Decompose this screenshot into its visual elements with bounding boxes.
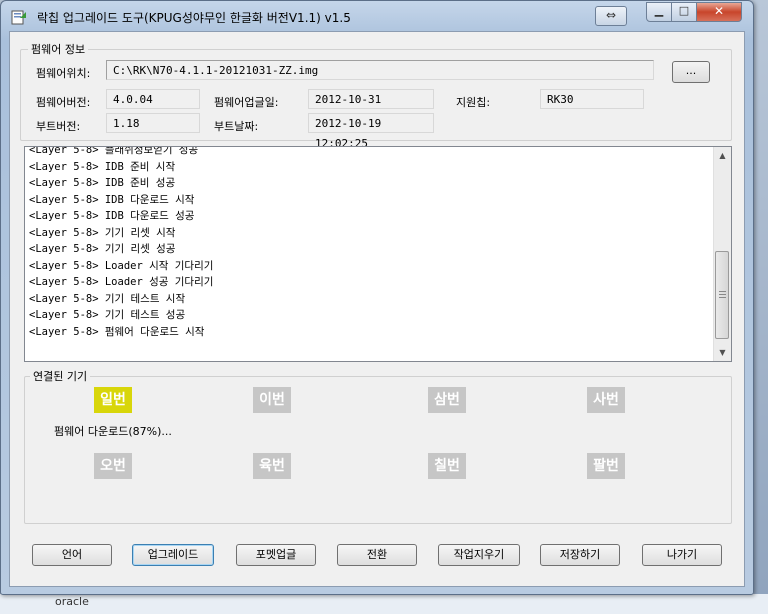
upgrade-time-label: 펌웨어업글일: bbox=[214, 96, 279, 109]
format-upgrade-button[interactable]: 포멧업글 bbox=[236, 544, 316, 566]
caption-buttons: ▁ □ ✕ bbox=[646, 2, 746, 22]
window-client-area: 펌웨어 정보 펌웨어위치: C:\RK\N70-4.1.1-20121031-Z… bbox=[9, 31, 745, 587]
log-list[interactable]: <Layer 5-8> 플래쉬정보얻기 성공 <Layer 5-8> IDB 준… bbox=[24, 146, 732, 362]
log-line: <Layer 5-8> IDB 다운로드 성공 bbox=[29, 210, 195, 222]
device-slot-6: 육번 bbox=[253, 453, 291, 479]
maximize-button[interactable]: □ bbox=[671, 2, 697, 22]
scroll-down-arrow-icon[interactable]: ▼ bbox=[714, 344, 731, 361]
scroll-grip-icon bbox=[719, 294, 726, 295]
boot-version-label: 부트버전: bbox=[36, 120, 81, 133]
upgrade-tool-window: 락칩 업그레이드 도구(KPUG성야무인 한글화 버전V1.1) v1.5 ⇔ … bbox=[0, 0, 754, 595]
upgrade-time-field: 2012-10-31 17:11:22 bbox=[308, 89, 434, 126]
log-line: <Layer 5-8> IDB 준비 성공 bbox=[29, 177, 176, 189]
scroll-up-arrow-icon[interactable]: ▲ bbox=[714, 147, 731, 164]
minimize-button[interactable]: ▁ bbox=[646, 2, 672, 22]
upgrade-button[interactable]: 업그레이드 bbox=[132, 544, 214, 566]
restore-toggle-button[interactable]: ⇔ bbox=[595, 6, 627, 26]
language-button[interactable]: 언어 bbox=[32, 544, 112, 566]
support-chip-field: RK30 bbox=[540, 89, 644, 109]
device-slot-8: 팔번 bbox=[587, 453, 625, 479]
device-slot-7: 칠번 bbox=[428, 453, 466, 479]
switch-button[interactable]: 전환 bbox=[337, 544, 417, 566]
boot-date-field: 2012-10-19 12:02:25 bbox=[308, 113, 434, 150]
firmware-group-title: 펌웨어 정보 bbox=[28, 41, 89, 57]
log-line: <Layer 5-8> 플래쉬정보얻기 성공 bbox=[29, 146, 199, 156]
support-chip-label: 지원칩: bbox=[456, 96, 491, 109]
log-lines: <Layer 5-8> 플래쉬정보얻기 성공 <Layer 5-8> IDB 준… bbox=[29, 147, 709, 340]
device-slot-3: 삼번 bbox=[428, 387, 466, 413]
app-icon bbox=[11, 10, 26, 25]
firmware-version-label: 펌웨어버전: bbox=[36, 96, 91, 109]
scroll-thumb[interactable] bbox=[715, 251, 729, 339]
window-title: 락칩 업그레이드 도구(KPUG성야무인 한글화 버전V1.1) v1.5 bbox=[37, 11, 351, 25]
exit-button[interactable]: 나가기 bbox=[642, 544, 722, 566]
log-line: <Layer 5-8> 기기 리셋 시작 bbox=[29, 226, 176, 239]
log-scrollbar[interactable]: ▲ ▼ bbox=[713, 147, 731, 361]
device-slot-1: 일번 bbox=[94, 387, 132, 413]
log-line: <Layer 5-8> 기기 리셋 성공 bbox=[29, 243, 176, 255]
log-line: <Layer 5-8> 펌웨어 다운로드 시작 bbox=[29, 325, 205, 338]
save-button[interactable]: 저장하기 bbox=[540, 544, 620, 566]
boot-date-label: 부트날짜: bbox=[214, 120, 259, 133]
firmware-path-label: 펌웨어위치: bbox=[36, 67, 91, 80]
desktop-item-label: oracle bbox=[55, 595, 89, 608]
log-line: <Layer 5-8> Loader 시작 기다리기 bbox=[29, 259, 214, 272]
devices-group-title: 연결된 기기 bbox=[30, 368, 91, 384]
close-button[interactable]: ✕ bbox=[696, 2, 742, 22]
browse-button[interactable]: ... bbox=[672, 61, 710, 83]
scroll-grip-icon bbox=[719, 297, 726, 298]
device-slot-5: 오번 bbox=[94, 453, 132, 479]
clear-log-button[interactable]: 작업지우기 bbox=[438, 544, 520, 566]
device-slot-4: 사번 bbox=[587, 387, 625, 413]
boot-version-field: 1.18 bbox=[106, 113, 200, 133]
log-line: <Layer 5-8> 기기 테스트 시작 bbox=[29, 292, 186, 305]
device-slot-2: 이번 bbox=[253, 387, 291, 413]
log-line: <Layer 5-8> IDB 다운로드 시작 bbox=[29, 193, 195, 206]
log-line: <Layer 5-8> 기기 테스트 성공 bbox=[29, 309, 186, 321]
device-1-status: 펌웨어 다운로드(87%)... bbox=[54, 425, 172, 438]
firmware-path-field[interactable]: C:\RK\N70-4.1.1-20121031-ZZ.img bbox=[106, 60, 654, 80]
log-line: <Layer 5-8> Loader 성공 기다리기 bbox=[29, 276, 214, 288]
desktop-bottom-strip: oracle bbox=[0, 594, 768, 614]
title-bar[interactable]: 락칩 업그레이드 도구(KPUG성야무인 한글화 버전V1.1) v1.5 ⇔ … bbox=[1, 1, 753, 31]
log-line: <Layer 5-8> IDB 준비 시작 bbox=[29, 160, 176, 173]
scroll-grip-icon bbox=[719, 291, 726, 292]
firmware-version-field: 4.0.04 bbox=[106, 89, 200, 109]
